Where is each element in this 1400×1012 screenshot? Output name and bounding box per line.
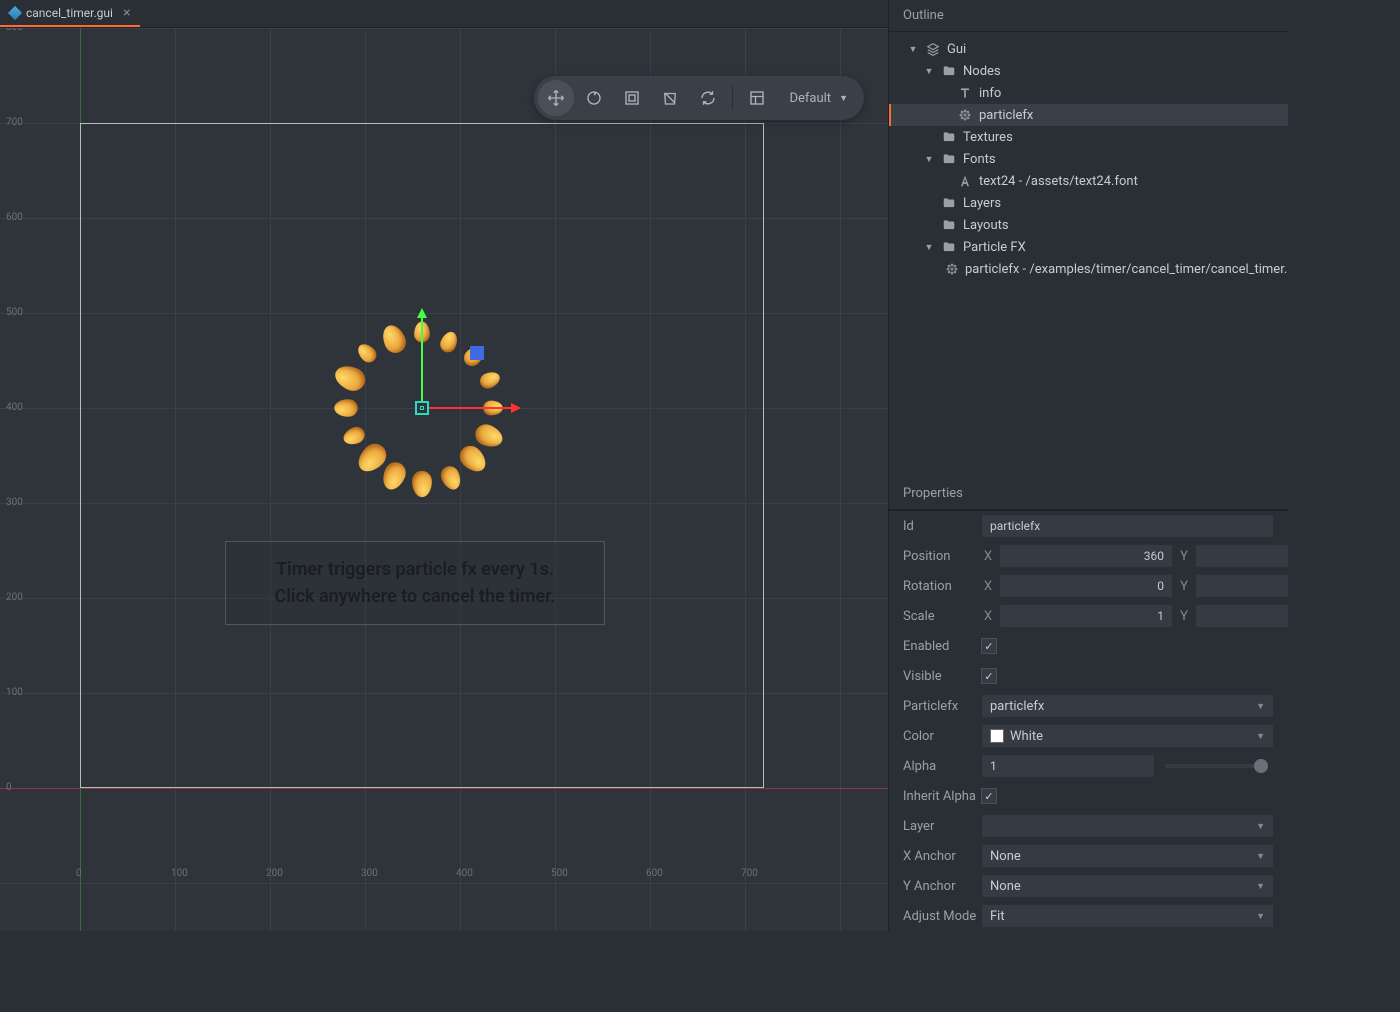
folder-icon [941, 151, 957, 167]
ruler-y-label: 500 [6, 307, 23, 318]
gui-file-icon [8, 5, 22, 19]
ruler-y-label: 700 [6, 117, 23, 128]
ruler-x-label: 0 [76, 868, 82, 879]
prop-label-visible: Visible [903, 669, 981, 684]
layout-tool[interactable] [739, 80, 775, 116]
scene-viewport[interactable]: 0 100 200 300 400 500 600 700 0 100 200 300 400 500 60… [0, 28, 888, 931]
ruler-x-label: 700 [741, 868, 758, 879]
outline-item[interactable]: ▼Fonts [889, 148, 1288, 170]
outline-item[interactable]: ▼Gui [889, 38, 1288, 60]
scale-y[interactable] [1195, 604, 1288, 628]
position-x[interactable] [999, 544, 1173, 568]
properties-title: Properties [889, 478, 1288, 510]
scale-x[interactable] [999, 604, 1173, 628]
viewport-toolbar: Default ▼ [534, 76, 864, 120]
rotation-y[interactable] [1195, 574, 1288, 598]
y-anchor-select[interactable]: None▼ [981, 874, 1274, 898]
alpha-input[interactable] [981, 754, 1155, 778]
outline-item[interactable]: Textures [889, 126, 1288, 148]
scale-tool[interactable] [614, 80, 650, 116]
text-icon [957, 85, 973, 101]
move-tool[interactable] [538, 80, 574, 116]
position-y[interactable] [1195, 544, 1288, 568]
particle-icon [945, 261, 959, 277]
ruler-x-label: 500 [551, 868, 568, 879]
outline-item[interactable]: text24 - /assets/text24.font [889, 170, 1288, 192]
ruler-y-label: 100 [6, 687, 23, 698]
x-anchor-select[interactable]: None▼ [981, 844, 1274, 868]
color-select[interactable]: White▼ [981, 724, 1274, 748]
folder-icon [941, 195, 957, 211]
tab-label: cancel_timer.gui [26, 6, 113, 20]
ruler-y-label: 300 [6, 497, 23, 508]
font-icon [957, 173, 973, 189]
ruler-y-label: 0 [6, 782, 12, 793]
ruler-y-label: 400 [6, 402, 23, 413]
rotation-x[interactable] [999, 574, 1173, 598]
particle-icon [957, 107, 973, 123]
prop-label-layer: Layer [903, 819, 981, 834]
prop-label-id: Id [903, 519, 981, 534]
outline-item[interactable]: particlefx - /examples/timer/cancel_time… [889, 258, 1288, 280]
prop-label-rotation: Rotation [903, 579, 981, 594]
outline-tree: ▼Gui▼NodesinfoparticlefxTextures▼Fontste… [889, 32, 1288, 478]
folder-icon [941, 239, 957, 255]
adjust-mode-select[interactable]: Fit▼ [981, 904, 1274, 928]
outline-item[interactable]: Layouts [889, 214, 1288, 236]
file-tab[interactable]: cancel_timer.gui × [0, 0, 140, 27]
outline-item[interactable]: ▼Nodes [889, 60, 1288, 82]
outline-item[interactable]: Layers [889, 192, 1288, 214]
tab-bar: cancel_timer.gui × [0, 0, 888, 28]
ruler-x-label: 200 [266, 868, 283, 879]
folder-icon [941, 217, 957, 233]
prop-label-x-anchor: X Anchor [903, 849, 981, 864]
layer-select[interactable]: ▼ [981, 814, 1274, 838]
prop-label-y-anchor: Y Anchor [903, 879, 981, 894]
outline-item[interactable]: ▼Particle FX [889, 236, 1288, 258]
alpha-slider[interactable] [1165, 764, 1268, 768]
ruler-x-label: 300 [361, 868, 378, 879]
inherit-alpha-checkbox[interactable] [981, 788, 997, 804]
prop-label-color: Color [903, 729, 981, 744]
color-swatch-icon [990, 729, 1004, 743]
outline-item[interactable]: particlefx [889, 104, 1288, 126]
ruler-x-label: 400 [456, 868, 473, 879]
particlefx-select[interactable]: particlefx▼ [981, 694, 1274, 718]
folder-icon [941, 129, 957, 145]
prop-label-adjust-mode: Adjust Mode [903, 909, 981, 924]
folder-icon [941, 63, 957, 79]
ruler-x-label: 100 [171, 868, 188, 879]
ruler-y-label: 800 [6, 28, 23, 33]
enabled-checkbox[interactable] [981, 638, 997, 654]
ruler-x-label: 600 [646, 868, 663, 879]
outline-title: Outline [889, 0, 1288, 32]
delete-tool[interactable] [652, 80, 688, 116]
chevron-down-icon: ▼ [839, 93, 848, 104]
visible-checkbox[interactable] [981, 668, 997, 684]
prop-label-particlefx: Particlefx [903, 699, 981, 714]
info-text-node: Timer triggers particle fx every 1s.Clic… [225, 541, 605, 625]
prop-label-alpha: Alpha [903, 759, 981, 774]
rotate-tool[interactable] [576, 80, 612, 116]
prop-label-enabled: Enabled [903, 639, 981, 654]
prop-label-position: Position [903, 549, 981, 564]
id-input[interactable] [981, 514, 1274, 538]
layout-dropdown[interactable]: Default ▼ [777, 91, 860, 106]
stack-icon [925, 41, 941, 57]
ruler-y-label: 200 [6, 592, 23, 603]
particle [334, 399, 357, 417]
properties-panel: Id Position X Y Z Rotation X Y Z [889, 510, 1288, 931]
refresh-tool[interactable] [690, 80, 726, 116]
ruler-y-label: 600 [6, 212, 23, 223]
close-tab-icon[interactable]: × [123, 5, 130, 21]
prop-label-inherit-alpha: Inherit Alpha [903, 789, 981, 804]
gui-bounds [80, 123, 764, 788]
prop-label-scale: Scale [903, 609, 981, 624]
outline-item[interactable]: info [889, 82, 1288, 104]
